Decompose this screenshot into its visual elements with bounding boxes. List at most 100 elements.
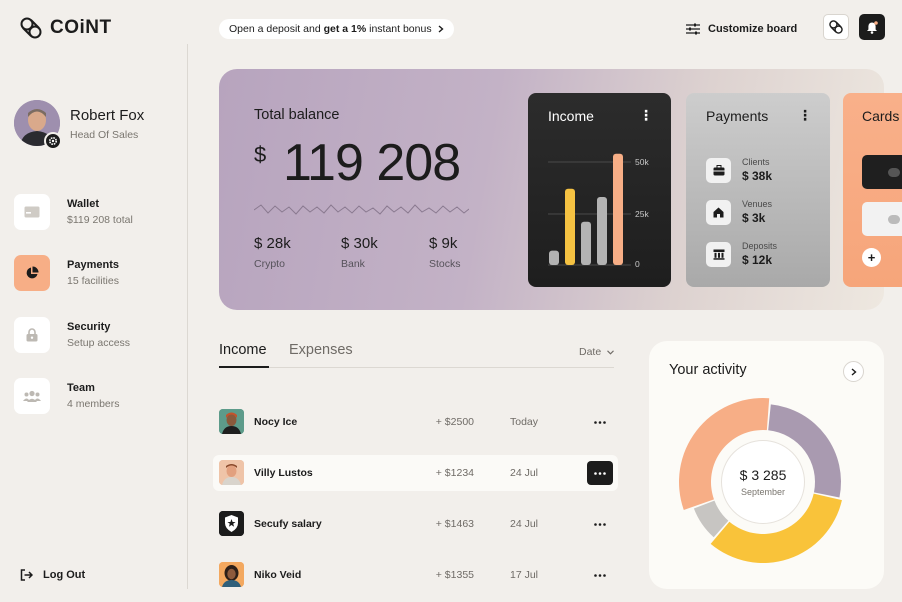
more-dots-icon: [594, 420, 606, 424]
transaction-amount: + $1355: [435, 569, 474, 581]
gear-icon: [48, 136, 58, 146]
row-more-button[interactable]: [587, 563, 613, 587]
sidebar-divider: [187, 44, 188, 589]
card-chip-icon: [888, 168, 900, 177]
avatar: [219, 460, 244, 485]
sidebar-item-label: Team: [67, 382, 95, 394]
payments-card[interactable]: Payments ⋮ Clients $ 38k Venues $ 3k Dep…: [686, 93, 830, 287]
payment-row-clients: Clients $ 38k: [706, 157, 772, 183]
customize-label: Customize board: [708, 23, 798, 35]
tab-income[interactable]: Income: [219, 342, 267, 358]
income-bar: [581, 221, 591, 265]
card-chip-icon: [888, 215, 900, 224]
sidebar-item-sub: Setup access: [67, 337, 131, 349]
payments-card-title: Payments: [706, 108, 769, 124]
settings-badge[interactable]: [44, 132, 62, 150]
date-filter-label: Date: [579, 346, 602, 358]
cards-card[interactable]: Cards +: [843, 93, 902, 287]
balance-stocks: $ 9k Stocks: [429, 235, 461, 270]
activity-total: $ 3 285: [739, 467, 787, 483]
logout-icon: [20, 569, 33, 581]
table-row[interactable]: Villy Lustos + $1234 24 Jul: [213, 455, 618, 491]
table-row[interactable]: Secufy salary + $1463 24 Jul: [213, 506, 618, 542]
transaction-amount: + $1234: [435, 467, 474, 479]
payment-value: $ 3k: [742, 211, 766, 225]
transaction-name: Villy Lustos: [254, 467, 313, 479]
row-more-button[interactable]: [587, 410, 613, 434]
axis-label-mid: 25k: [635, 209, 649, 219]
tab-expenses[interactable]: Expenses: [289, 342, 353, 358]
payment-value: $ 38k: [742, 169, 773, 183]
sidebar-item-team[interactable]: Team 4 members: [14, 376, 184, 416]
plus-icon: +: [867, 250, 876, 265]
logout-label: Log Out: [43, 569, 86, 581]
sliders-icon: [686, 23, 700, 35]
nav-icon-box: [14, 255, 50, 291]
payments-card-menu-icon[interactable]: ⋮: [798, 107, 812, 124]
pie-chart-icon: [26, 266, 39, 279]
tabs-divider: [219, 367, 614, 368]
transaction-date: 17 Jul: [510, 569, 539, 581]
stat-label: Bank: [341, 258, 365, 270]
transaction-date: 24 Jul: [510, 467, 539, 479]
row-more-button[interactable]: [587, 512, 613, 536]
apps-button[interactable]: [823, 14, 849, 40]
activity-period: September: [740, 487, 786, 497]
more-dots-icon: [594, 573, 606, 577]
cards-card-title: Cards: [862, 108, 900, 124]
balance-amount: 119 208: [283, 134, 461, 192]
chevron-right-icon: [438, 25, 444, 33]
stat-label: Crypto: [254, 258, 285, 270]
transaction-date: 24 Jul: [510, 518, 539, 530]
sidebar-item-label: Payments: [67, 259, 119, 271]
stat-value: $ 9k: [429, 235, 458, 252]
transaction-name: Niko Veid: [254, 569, 302, 581]
income-bar: [565, 188, 575, 265]
sidebar-item-payments[interactable]: Payments 15 facilities: [14, 253, 184, 293]
income-bar: [613, 153, 623, 265]
logout-button[interactable]: Log Out: [20, 569, 85, 581]
bank-icon: [713, 249, 724, 260]
lock-icon: [26, 328, 38, 342]
bell-icon: [867, 20, 878, 34]
sidebar-item-sub: $119 208 total: [67, 214, 133, 226]
add-card-button[interactable]: +: [862, 248, 881, 267]
customize-board-button[interactable]: Customize board: [686, 20, 797, 38]
income-card[interactable]: Income ⋮ 50k 25k 0: [528, 93, 671, 287]
nav-icon-box: [14, 378, 50, 414]
dark-bank-card[interactable]: [862, 155, 902, 189]
deposit-promo-banner[interactable]: Open a deposit and get a 1% instant bonu…: [219, 19, 454, 39]
nav-icon-box: [14, 194, 50, 230]
payment-row-deposits: Deposits $ 12k: [706, 241, 777, 267]
avatar-portrait: [219, 460, 244, 485]
profile-avatar[interactable]: [14, 100, 62, 150]
pay-icon-box: [706, 157, 731, 183]
tab-active-indicator: [219, 366, 269, 368]
sidebar-item-wallet[interactable]: Wallet $119 208 total: [14, 192, 184, 232]
promo-text: Open a deposit and get a 1% instant bonu…: [229, 23, 432, 35]
payment-label: Clients: [742, 157, 770, 167]
sidebar-item-sub: 4 members: [67, 398, 120, 410]
logo-icon: [829, 20, 843, 34]
date-filter-dropdown[interactable]: Date: [579, 346, 615, 358]
notifications-button[interactable]: [859, 14, 885, 40]
row-more-button[interactable]: [587, 461, 613, 485]
axis-label-zero: 0: [635, 259, 640, 269]
shield-star-icon: [219, 511, 244, 536]
sidebar-item-label: Wallet: [67, 198, 99, 210]
transaction-amount: + $1463: [435, 518, 474, 530]
nav-icon-box: [14, 317, 50, 353]
income-bar: [597, 197, 607, 265]
light-bank-card[interactable]: [862, 202, 902, 236]
stat-value: $ 30k: [341, 235, 378, 252]
balance-bank: $ 30k Bank: [341, 235, 378, 270]
profile-role: Head Of Sales: [70, 129, 139, 141]
stat-value: $ 28k: [254, 235, 291, 252]
more-dots-icon: [594, 471, 606, 475]
brand-logo[interactable]: COiNT: [20, 16, 112, 40]
payment-row-venues: Venues $ 3k: [706, 199, 772, 225]
table-row[interactable]: Nocy Ice + $2500 Today: [213, 404, 618, 440]
sidebar-item-security[interactable]: Security Setup access: [14, 315, 184, 355]
income-bar: [549, 250, 559, 265]
table-row[interactable]: Niko Veid + $1355 17 Jul: [213, 557, 618, 593]
